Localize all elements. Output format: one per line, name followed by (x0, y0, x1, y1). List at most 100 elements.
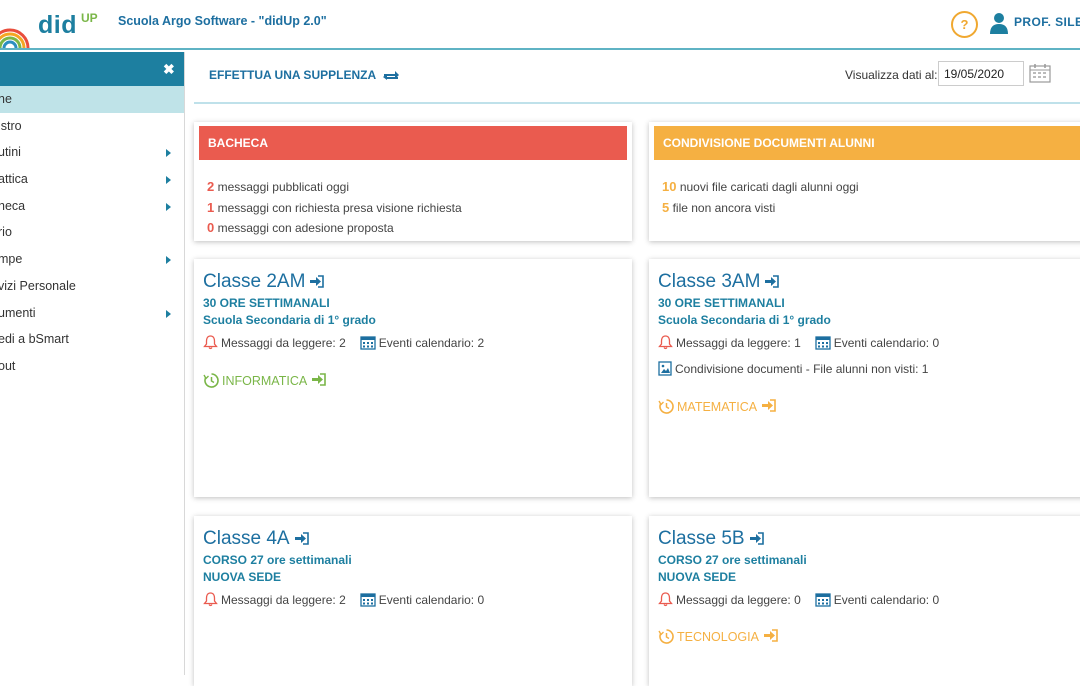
sidebar-item[interactable]: out (0, 353, 184, 380)
sidebar-item[interactable]: rio (0, 219, 184, 246)
school-title: Scuola Argo Software - "didUp 2.0" (118, 14, 327, 28)
class-title[interactable]: Classe 5B (658, 528, 764, 550)
class-title[interactable]: Classe 4A (203, 528, 309, 550)
sidebar-item[interactable]: mpe (0, 246, 184, 273)
sidebar-item-label: attica (0, 172, 28, 187)
chevron-right-icon (166, 309, 171, 318)
user-icon[interactable] (989, 12, 1009, 34)
bacheca-panel: BACHECA 2 messaggi pubblicati oggi 1 mes… (194, 122, 632, 241)
sidebar-item[interactable]: heca (0, 193, 184, 220)
class-school: Scuola Secondaria di 1° grado (658, 313, 831, 327)
class-card: Classe 5B CORSO 27 ore settimanali NUOVA S… (649, 516, 1080, 686)
calendar-picker-icon[interactable] (1029, 63, 1051, 83)
line-text: messaggi con adesione proposta (217, 221, 394, 235)
messages-link[interactable]: Messaggi da leggere: 2 (221, 593, 346, 607)
messages-link[interactable]: Messaggi da leggere: 1 (676, 336, 801, 350)
class-school: NUOVA SEDE (658, 570, 737, 584)
sidebar-item-label: istro (0, 118, 22, 133)
calendar-icon (815, 336, 834, 350)
enter-icon (760, 271, 780, 292)
sidebar-item[interactable]: ne (0, 86, 184, 113)
events-link[interactable]: Eventi calendario: 2 (379, 336, 484, 350)
sidebar-item[interactable]: umenti (0, 300, 184, 327)
didup-logo-icon (0, 28, 30, 49)
class-title-text: Classe 4A (203, 528, 290, 549)
swap-icon (383, 71, 400, 81)
condivisione-line[interactable]: 10 nuovi file caricati dagli alunni oggi (662, 179, 859, 194)
events-link[interactable]: Eventi calendario: 0 (834, 336, 939, 350)
enter-icon (745, 528, 764, 549)
subject-label: MATEMATICA (677, 400, 758, 414)
history-icon (203, 373, 222, 388)
top-header: did UP Scuola Argo Software - "didUp 2.0… (0, 0, 1080, 50)
sidebar-item[interactable]: attica (0, 166, 184, 193)
class-hours: CORSO 27 ore settimanali (203, 553, 352, 567)
enter-icon (307, 373, 326, 388)
calendar-icon (815, 593, 834, 607)
events-link[interactable]: Eventi calendario: 0 (379, 593, 484, 607)
condivisione-panel: CONDIVISIONE DOCUMENTI ALUNNI 10 nuovi f… (649, 122, 1080, 241)
sidebar-item-label: utini (0, 145, 21, 160)
date-field[interactable] (938, 61, 1024, 86)
chevron-right-icon (166, 256, 171, 265)
messages-link[interactable]: Messaggi da leggere: 0 (676, 593, 801, 607)
subject-label: INFORMATICA (222, 374, 308, 388)
class-card: Classe 3AM 30 ORE SETTIMANALI Scuola Secon… (649, 259, 1080, 497)
sidebar-item-label: umenti (0, 305, 36, 320)
bacheca-line[interactable]: 1 messaggi con richiesta presa visione r… (207, 200, 462, 215)
logo-superscript: UP (81, 11, 98, 25)
enter-icon (759, 629, 778, 644)
sidebar: ✖ ne istro utini attica heca rio mpe vizi Perso… (0, 52, 185, 675)
class-hours: CORSO 27 ore settimanali (658, 553, 807, 567)
class-title[interactable]: Classe 2AM (203, 271, 325, 293)
calendar-icon (360, 593, 379, 607)
line-text: file non ancora visti (672, 201, 776, 215)
sidebar-item[interactable]: utini (0, 139, 184, 166)
count: 2 (207, 179, 215, 194)
logo-text: did (38, 11, 77, 39)
line-text: messaggi pubblicati oggi (217, 180, 349, 194)
docs-text: Condivisione documenti - File alunni non… (675, 362, 929, 376)
condivisione-line[interactable]: 5 file non ancora visti (662, 200, 775, 215)
class-info-row: Messaggi da leggere: 0 Eventi calendario:… (658, 592, 939, 607)
sidebar-item[interactable]: edi a bSmart (0, 326, 184, 353)
sidebar-item-label: heca (0, 198, 26, 213)
docs-row[interactable]: Condivisione documenti - File alunni non… (658, 361, 928, 376)
help-button[interactable]: ? (951, 11, 978, 38)
class-title-text: Classe 5B (658, 528, 745, 549)
class-info-row: Messaggi da leggere: 2 Eventi calendario:… (203, 335, 484, 350)
substitution-link[interactable]: EFFETTUA UNA SUPPLENZA (209, 68, 400, 82)
class-title-text: Classe 2AM (203, 271, 306, 292)
class-hours: 30 ORE SETTIMANALI (203, 296, 330, 310)
subject-link[interactable]: INFORMATICA (203, 372, 326, 389)
class-title[interactable]: Classe 3AM (658, 271, 780, 293)
count: 0 (207, 220, 215, 235)
events-link[interactable]: Eventi calendario: 0 (834, 593, 939, 607)
subject-link[interactable]: TECNOLOGIA (658, 628, 778, 645)
date-label: Visualizza dati al: (845, 68, 938, 82)
enter-icon (757, 399, 776, 414)
condivisione-title: CONDIVISIONE DOCUMENTI ALUNNI (654, 126, 1080, 160)
user-name[interactable]: PROF. SILE (1014, 15, 1080, 29)
class-school: NUOVA SEDE (203, 570, 282, 584)
class-info-row: Messaggi da leggere: 2 Eventi calendario:… (203, 592, 484, 607)
bacheca-title: BACHECA (199, 126, 627, 160)
bacheca-line[interactable]: 2 messaggi pubblicati oggi (207, 179, 349, 194)
sidebar-header: ✖ (0, 52, 184, 86)
class-info-row: Messaggi da leggere: 1 Eventi calendario:… (658, 335, 939, 350)
line-text: messaggi con richiesta presa visione ric… (217, 201, 462, 215)
chevron-right-icon (166, 176, 171, 185)
sidebar-item-label: ne (0, 92, 12, 106)
subject-link[interactable]: MATEMATICA (658, 398, 776, 415)
chevron-right-icon (166, 149, 171, 158)
bacheca-line[interactable]: 0 messaggi con adesione proposta (207, 220, 394, 235)
class-card: Classe 4A CORSO 27 ore settimanali NUOVA S… (194, 516, 632, 686)
sidebar-item[interactable]: vizi Personale (0, 273, 184, 300)
calendar-icon (360, 336, 379, 350)
substitution-label: EFFETTUA UNA SUPPLENZA (209, 68, 376, 82)
class-school: Scuola Secondaria di 1° grado (203, 313, 376, 327)
messages-link[interactable]: Messaggi da leggere: 2 (221, 336, 346, 350)
enter-icon (305, 271, 325, 292)
sidebar-item[interactable]: istro (0, 113, 184, 140)
close-icon[interactable]: ✖ (163, 61, 175, 78)
